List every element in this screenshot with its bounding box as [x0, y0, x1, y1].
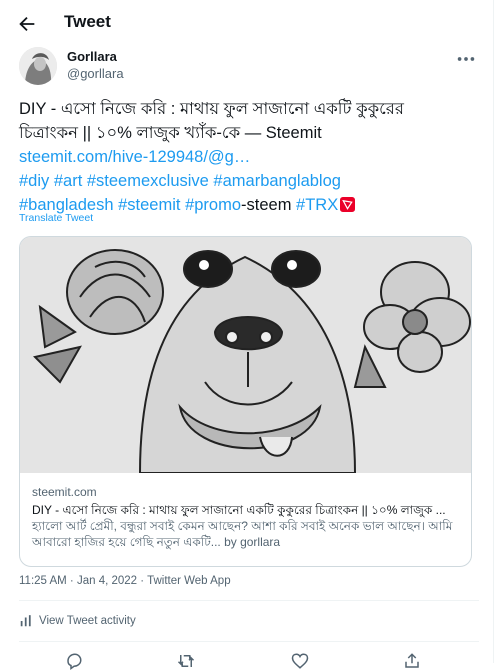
- card-domain: steemit.com: [32, 485, 97, 499]
- tweet-meta: 11:25 AM · Jan 4, 2022 · Twitter Web App: [19, 575, 231, 587]
- view-tweet-activity[interactable]: View Tweet activity: [19, 614, 136, 628]
- like-icon[interactable]: [291, 652, 309, 670]
- tweet-text: DIY - এসো নিজে করি : মাথায় ফুল সাজানো এ…: [19, 97, 479, 217]
- user-handle[interactable]: @gorllara: [67, 66, 124, 81]
- hashtag-promo[interactable]: #promo: [185, 196, 241, 214]
- hashtags-line-1[interactable]: #diy #art #steemexclusive #amarbanglablo…: [19, 169, 479, 193]
- promo-suffix: -steem: [241, 196, 292, 214]
- retweet-icon[interactable]: [177, 652, 195, 670]
- tweet-line-1: DIY - এসো নিজে করি : মাথায় ফুল সাজানো এ…: [19, 100, 404, 118]
- user-name[interactable]: Gorllara: [67, 49, 117, 64]
- tron-icon: [340, 197, 356, 212]
- divider: [19, 641, 479, 642]
- divider: [19, 600, 479, 601]
- tweet-link[interactable]: steemit.com/hive-129948/@g…: [19, 145, 479, 169]
- tweet-actions: [19, 652, 479, 670]
- header: Tweet: [0, 0, 493, 47]
- tweet-line-2: চিত্রাংকন || ১০% লাজুক খ্যাঁক-কে — Steem…: [19, 124, 322, 142]
- reply-icon[interactable]: [65, 652, 83, 670]
- page-title: Tweet: [64, 12, 111, 31]
- tweet-detail-column: Tweet Gorllara @gorllara DIY - এসো নিজে …: [0, 0, 494, 670]
- hashtag-trx[interactable]: #TRX: [296, 196, 338, 214]
- card-image-dog-drawing: [20, 237, 471, 473]
- translate-tweet-link[interactable]: Translate Tweet: [19, 212, 93, 224]
- link-preview-card[interactable]: steemit.com DIY - এসো নিজে করি : মাথায় …: [19, 236, 472, 567]
- card-description: হ্যালো আর্ট প্রেমী, বন্ধুরা সবাই কেমন আছ…: [32, 519, 453, 549]
- hashtag-steemit[interactable]: #steemit: [118, 196, 180, 214]
- back-arrow-icon[interactable]: [16, 13, 38, 35]
- avatar[interactable]: [19, 47, 57, 85]
- more-icon[interactable]: [455, 48, 477, 70]
- view-tweet-activity-label: View Tweet activity: [39, 615, 136, 627]
- avatar-image: [19, 47, 57, 85]
- share-icon[interactable]: [403, 652, 421, 670]
- analytics-icon: [20, 615, 31, 627]
